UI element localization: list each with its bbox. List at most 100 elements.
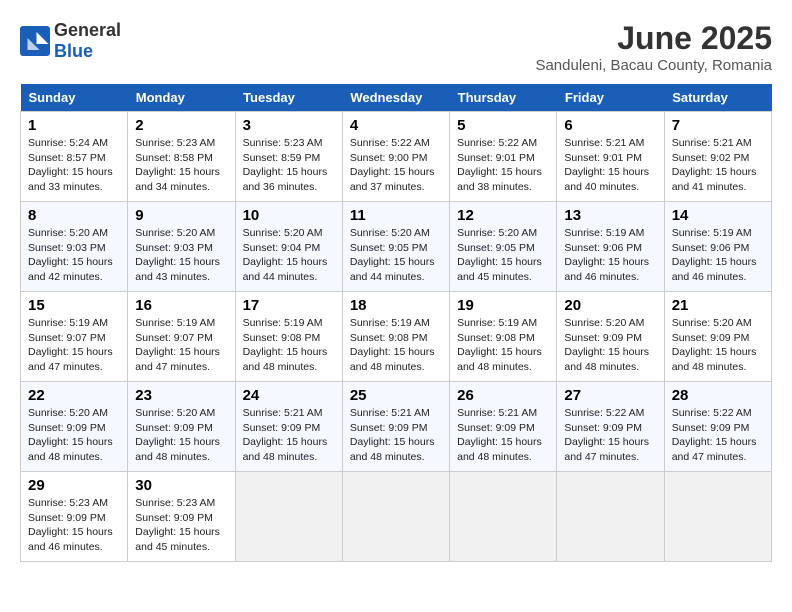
calendar-cell-27: 27 Sunrise: 5:22 AMSunset: 9:09 PMDayligh… (557, 382, 664, 472)
calendar-cell-21: 21Sunrise: 5:20 AMSunset: 9:09 PMDayligh… (664, 292, 771, 382)
calendar-cell-11: 11 Sunrise: 5:20 AMSunset: 9:05 PMDayligh… (342, 202, 449, 292)
calendar-cell-6: 6Sunrise: 5:21 AMSunset: 9:01 PMDaylight… (557, 112, 664, 202)
cell-info: Sunrise: 5:20 AMSunset: 9:03 PMDaylight:… (135, 226, 227, 285)
day-number: 6 (564, 117, 656, 134)
day-header-friday: Friday (557, 84, 664, 112)
cell-info: Sunrise: 5:23 AMSunset: 8:59 PMDaylight:… (243, 136, 335, 195)
calendar-cell-20: 20 Sunrise: 5:20 AMSunset: 9:09 PMDayligh… (557, 292, 664, 382)
day-number: 20 (564, 297, 656, 314)
logo-wordmark: General Blue (54, 20, 121, 62)
cell-info: Sunrise: 5:20 AMSunset: 9:03 PMDaylight:… (28, 226, 120, 285)
cell-info: Sunrise: 5:23 AMSunset: 9:09 PMDaylight:… (135, 496, 227, 555)
cell-info: Sunrise: 5:19 AMSunset: 9:08 PMDaylight:… (350, 316, 442, 375)
calendar-cell-30: 30Sunrise: 5:23 AMSunset: 9:09 PMDayligh… (128, 472, 235, 562)
cell-info: Sunrise: 5:22 AMSunset: 9:01 PMDaylight:… (457, 136, 549, 195)
calendar-cell-19: 19 Sunrise: 5:19 AMSunset: 9:08 PMDayligh… (450, 292, 557, 382)
calendar-cell-28: 28Sunrise: 5:22 AMSunset: 9:09 PMDayligh… (664, 382, 771, 472)
calendar-cell-29: 29Sunrise: 5:23 AMSunset: 9:09 PMDayligh… (21, 472, 128, 562)
calendar-table: SundayMondayTuesdayWednesdayThursdayFrid… (20, 84, 772, 562)
day-number: 12 (457, 207, 549, 224)
calendar-cell-empty-3-3 (342, 472, 449, 562)
title-area: June 2025 Sanduleni, Bacau County, Roman… (535, 20, 772, 74)
cell-info: Sunrise: 5:20 AMSunset: 9:05 PMDaylight:… (457, 226, 549, 285)
logo-icon (20, 26, 50, 56)
day-number: 21 (672, 297, 764, 314)
cell-info: Sunrise: 5:20 AMSunset: 9:05 PMDaylight:… (350, 226, 442, 285)
calendar-cell-18: 18 Sunrise: 5:19 AMSunset: 9:08 PMDayligh… (342, 292, 449, 382)
cell-info: Sunrise: 5:22 AMSunset: 9:09 PMDaylight:… (672, 406, 764, 465)
month-title: June 2025 (535, 20, 772, 57)
day-header-tuesday: Tuesday (235, 84, 342, 112)
calendar-cell-4: 4 Sunrise: 5:22 AMSunset: 9:00 PMDaylight… (342, 112, 449, 202)
cell-info: Sunrise: 5:23 AMSunset: 8:58 PMDaylight:… (135, 136, 227, 195)
calendar-cell-empty-3-6 (664, 472, 771, 562)
day-number: 11 (350, 207, 442, 224)
calendar-cell-26: 26 Sunrise: 5:21 AMSunset: 9:09 PMDayligh… (450, 382, 557, 472)
day-number: 18 (350, 297, 442, 314)
day-number: 2 (135, 117, 227, 134)
cell-info: Sunrise: 5:19 AMSunset: 9:08 PMDaylight:… (457, 316, 549, 375)
calendar-cell-16: 16Sunrise: 5:19 AMSunset: 9:07 PMDayligh… (128, 292, 235, 382)
calendar-cell-empty-3-5 (557, 472, 664, 562)
calendar-cell-17: 17 Sunrise: 5:19 AMSunset: 9:08 PMDayligh… (235, 292, 342, 382)
day-number: 15 (28, 297, 120, 314)
day-number: 23 (135, 387, 227, 404)
day-number: 13 (564, 207, 656, 224)
day-number: 5 (457, 117, 549, 134)
calendar-week-0: 1 Sunrise: 5:24 AMSunset: 8:57 PMDaylight… (21, 112, 772, 202)
cell-info: Sunrise: 5:19 AMSunset: 9:06 PMDaylight:… (672, 226, 764, 285)
cell-info: Sunrise: 5:19 AMSunset: 9:07 PMDaylight:… (28, 316, 120, 375)
day-number: 1 (28, 117, 120, 134)
calendar-week-3: 22 Sunrise: 5:20 AMSunset: 9:09 PMDayligh… (21, 382, 772, 472)
calendar-header-row: SundayMondayTuesdayWednesdayThursdayFrid… (21, 84, 772, 112)
day-number: 19 (457, 297, 549, 314)
day-number: 14 (672, 207, 764, 224)
cell-info: Sunrise: 5:23 AMSunset: 9:09 PMDaylight:… (28, 496, 120, 555)
calendar-cell-empty-3-2 (235, 472, 342, 562)
calendar-cell-15: 15 Sunrise: 5:19 AMSunset: 9:07 PMDayligh… (21, 292, 128, 382)
calendar-cell-8: 8 Sunrise: 5:20 AMSunset: 9:03 PMDaylight… (21, 202, 128, 292)
cell-info: Sunrise: 5:22 AMSunset: 9:09 PMDaylight:… (564, 406, 656, 465)
calendar-cell-2: 2 Sunrise: 5:23 AMSunset: 8:58 PMDaylight… (128, 112, 235, 202)
calendar-week-4: 29Sunrise: 5:23 AMSunset: 9:09 PMDayligh… (21, 472, 772, 562)
day-number: 26 (457, 387, 549, 404)
day-number: 27 (564, 387, 656, 404)
cell-info: Sunrise: 5:21 AMSunset: 9:09 PMDaylight:… (457, 406, 549, 465)
calendar-cell-23: 23 Sunrise: 5:20 AMSunset: 9:09 PMDayligh… (128, 382, 235, 472)
day-header-monday: Monday (128, 84, 235, 112)
cell-info: Sunrise: 5:19 AMSunset: 9:08 PMDaylight:… (243, 316, 335, 375)
day-number: 7 (672, 117, 764, 134)
day-number: 17 (243, 297, 335, 314)
day-number: 8 (28, 207, 120, 224)
day-number: 16 (135, 297, 227, 314)
cell-info: Sunrise: 5:24 AMSunset: 8:57 PMDaylight:… (28, 136, 120, 195)
cell-info: Sunrise: 5:20 AMSunset: 9:09 PMDaylight:… (135, 406, 227, 465)
day-header-saturday: Saturday (664, 84, 771, 112)
day-header-thursday: Thursday (450, 84, 557, 112)
logo: General Blue (20, 20, 121, 62)
calendar-cell-24: 24Sunrise: 5:21 AMSunset: 9:09 PMDayligh… (235, 382, 342, 472)
cell-info: Sunrise: 5:21 AMSunset: 9:09 PMDaylight:… (350, 406, 442, 465)
cell-info: Sunrise: 5:22 AMSunset: 9:00 PMDaylight:… (350, 136, 442, 195)
calendar-cell-12: 12 Sunrise: 5:20 AMSunset: 9:05 PMDayligh… (450, 202, 557, 292)
calendar-cell-25: 25Sunrise: 5:21 AMSunset: 9:09 PMDayligh… (342, 382, 449, 472)
day-number: 4 (350, 117, 442, 134)
day-number: 22 (28, 387, 120, 404)
day-number: 10 (243, 207, 335, 224)
calendar-cell-13: 13 Sunrise: 5:19 AMSunset: 9:06 PMDayligh… (557, 202, 664, 292)
calendar-cell-empty-3-4 (450, 472, 557, 562)
cell-info: Sunrise: 5:20 AMSunset: 9:09 PMDaylight:… (564, 316, 656, 375)
calendar-cell-22: 22Sunrise: 5:20 AMSunset: 9:09 PMDayligh… (21, 382, 128, 472)
day-number: 3 (243, 117, 335, 134)
calendar-week-2: 15 Sunrise: 5:19 AMSunset: 9:07 PMDayligh… (21, 292, 772, 382)
calendar-cell-10: 10Sunrise: 5:20 AMSunset: 9:04 PMDayligh… (235, 202, 342, 292)
day-header-wednesday: Wednesday (342, 84, 449, 112)
day-number: 24 (243, 387, 335, 404)
calendar-cell-7: 7Sunrise: 5:21 AMSunset: 9:02 PMDaylight… (664, 112, 771, 202)
calendar-cell-1: 1 Sunrise: 5:24 AMSunset: 8:57 PMDaylight… (21, 112, 128, 202)
page-header: General Blue June 2025 Sanduleni, Bacau … (20, 20, 772, 74)
calendar-cell-9: 9Sunrise: 5:20 AMSunset: 9:03 PMDaylight… (128, 202, 235, 292)
calendar-cell-14: 14 Sunrise: 5:19 AMSunset: 9:06 PMDayligh… (664, 202, 771, 292)
cell-info: Sunrise: 5:19 AMSunset: 9:06 PMDaylight:… (564, 226, 656, 285)
location-subtitle: Sanduleni, Bacau County, Romania (535, 57, 772, 74)
